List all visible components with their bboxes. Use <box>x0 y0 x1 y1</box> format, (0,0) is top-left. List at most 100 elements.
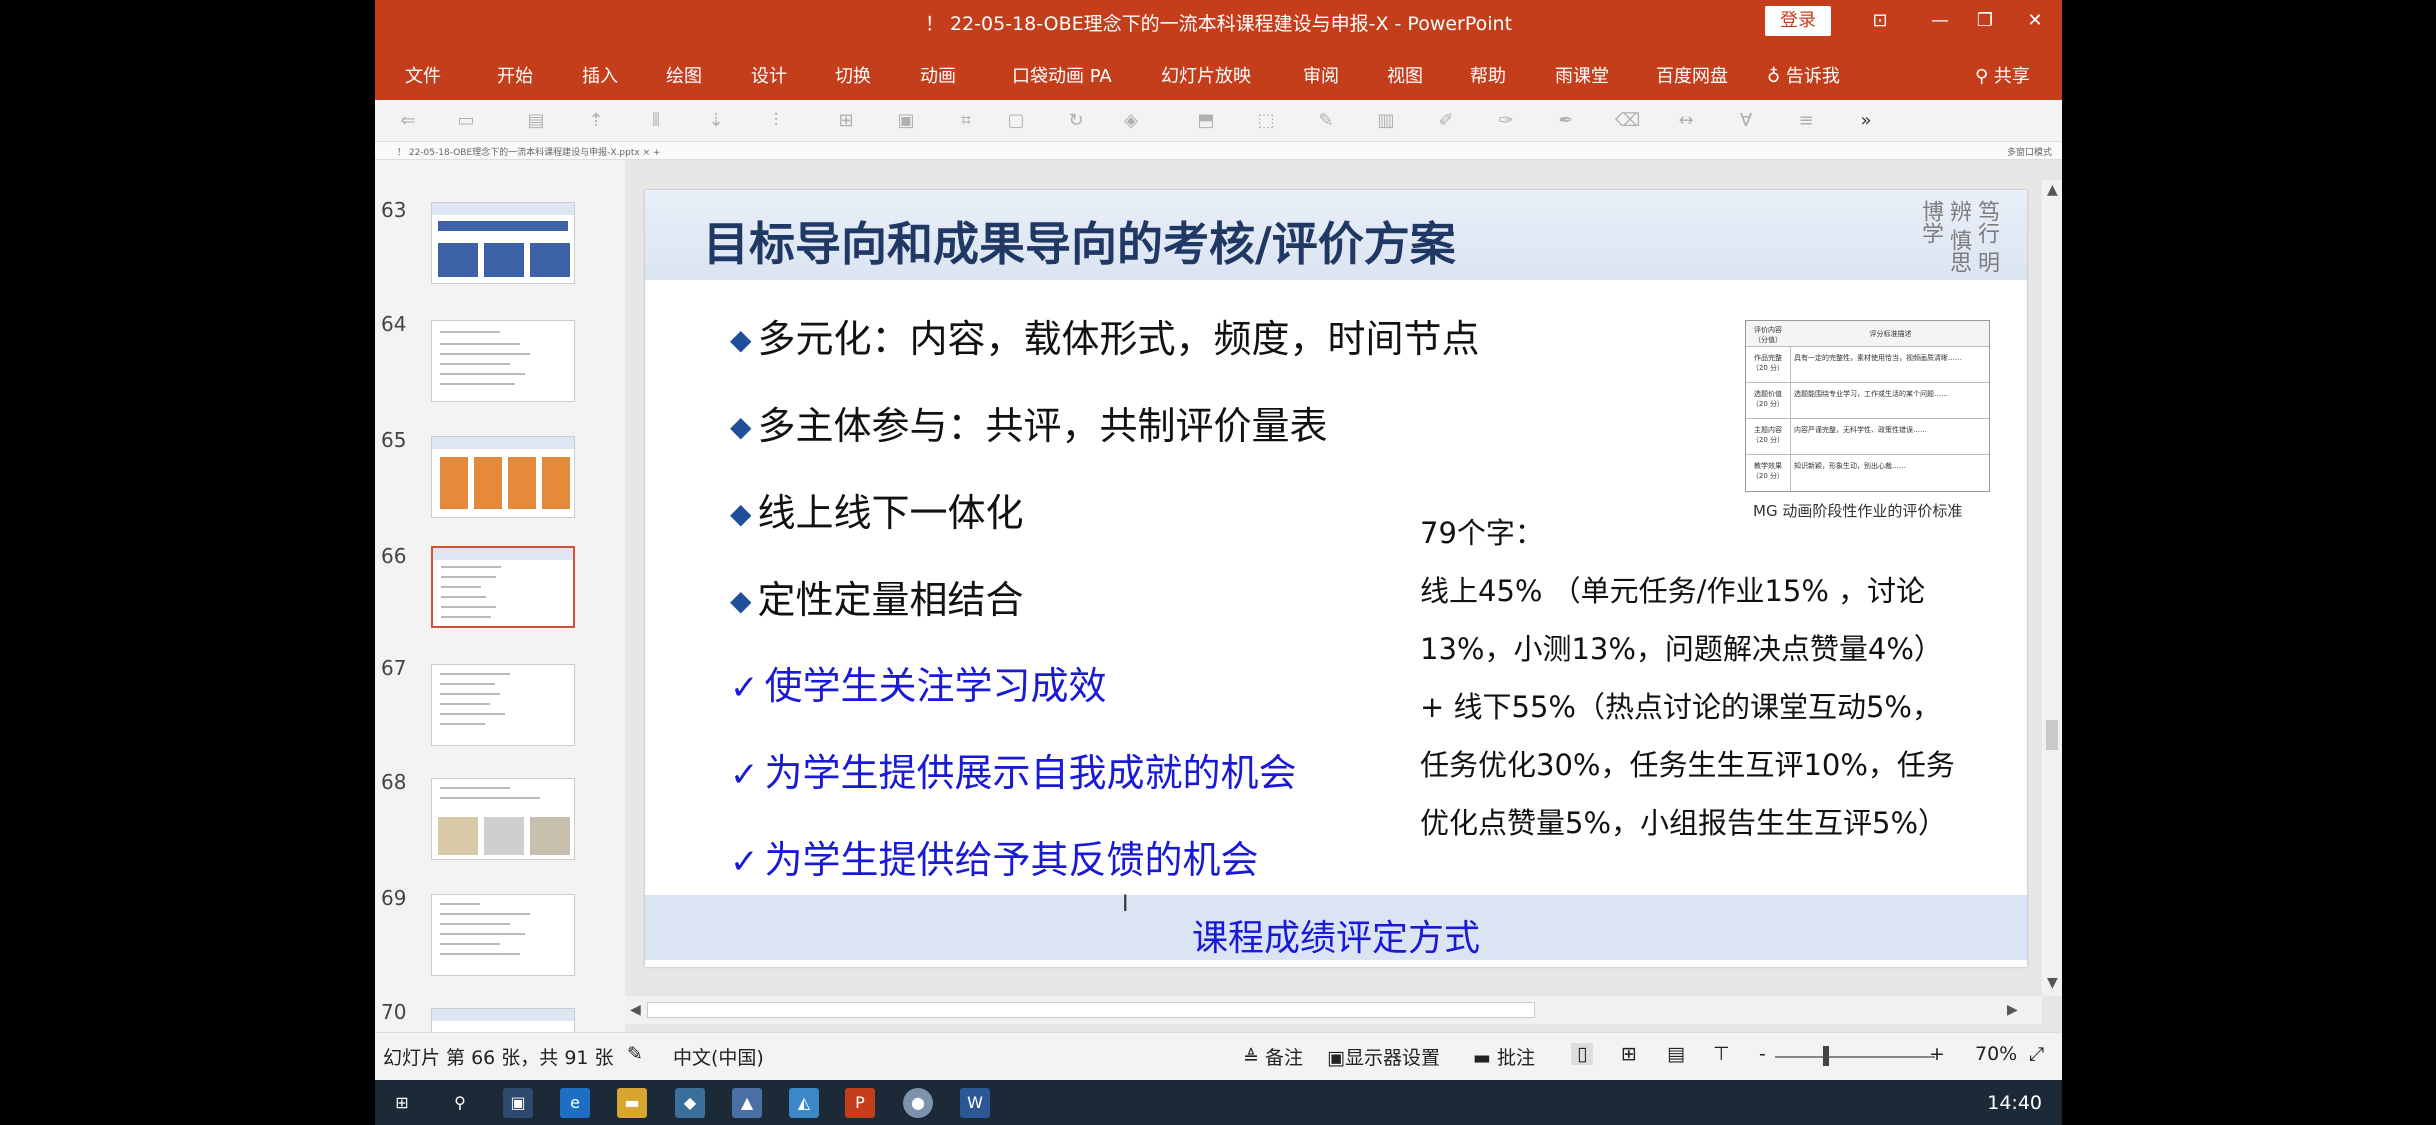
display-settings-button[interactable]: ▣显示器设置 <box>1327 1043 1440 1070</box>
paste-icon[interactable]: ⇐ <box>397 110 419 132</box>
comments-button[interactable]: ▬ 批注 <box>1473 1043 1535 1070</box>
normal-view-icon[interactable]: ▯ <box>1571 1043 1594 1065</box>
zoom-slider-handle[interactable] <box>1823 1046 1829 1066</box>
language-indicator[interactable]: 中文(中国) <box>673 1043 764 1070</box>
align-icon[interactable]: ⫴ <box>645 110 667 132</box>
check-item[interactable]: ✓ 为学生提供展示自我成就的机会 <box>730 742 1297 797</box>
spellcheck-icon[interactable]: ✎ <box>627 1043 643 1065</box>
edit-icon[interactable]: ✎ <box>1315 110 1337 132</box>
word-icon[interactable]: W <box>960 1088 990 1118</box>
multi-window-toggle[interactable]: 多窗口模式 <box>2007 145 2052 158</box>
new-slide-icon[interactable]: ▭ <box>455 110 477 132</box>
current-slide[interactable]: 目标导向和成果导向的考核/评价方案 笃行 明辨 慎思 博学 ◆ 多元化：内容，载体… <box>645 190 2027 967</box>
note-line[interactable]: 79个字： <box>1420 510 1544 552</box>
scroll-left-icon[interactable]: ◀ <box>630 1002 641 1018</box>
tab-home[interactable]: 开始 <box>497 62 533 88</box>
scroll-down-icon[interactable]: ▼ <box>2047 975 2058 991</box>
zoom-in-button[interactable]: + <box>1929 1043 1945 1065</box>
tab-file[interactable]: 文件 <box>405 62 441 88</box>
effects-icon[interactable]: ⬒ <box>1195 110 1217 132</box>
tab-rain-classroom[interactable]: 雨课堂 <box>1555 62 1609 88</box>
horizontal-scrollbar[interactable]: ◀ ▶ <box>625 996 2042 1024</box>
teams-icon[interactable]: ◭ <box>789 1088 819 1118</box>
distribute-icon[interactable]: ⫶ <box>765 110 787 132</box>
layout-icon[interactable]: ▤ <box>525 110 547 132</box>
slide-thumbnail-68[interactable] <box>431 778 575 860</box>
eyedropper-icon[interactable]: ✐ <box>1435 110 1457 132</box>
minimize-button[interactable]: — <box>1920 4 1960 38</box>
windows-start-icon[interactable]: ⊞ <box>387 1088 417 1118</box>
fill-icon[interactable]: ▥ <box>1375 110 1397 132</box>
note-line[interactable]: 优化点赞量5%，小组报告生生互评5%） <box>1420 800 1947 842</box>
slide-thumbnail-64[interactable] <box>431 320 575 402</box>
frame-icon[interactable]: ▢ <box>1005 110 1027 132</box>
move-down-icon[interactable]: ⇣ <box>705 110 727 132</box>
search-icon[interactable]: ⚲ <box>445 1088 475 1118</box>
bullet-item[interactable]: ◆ 多元化：内容，载体形式，频度，时间节点 <box>730 308 1480 363</box>
scroll-up-icon[interactable]: ▲ <box>2047 182 2058 198</box>
slide-thumbnail-66[interactable] <box>431 546 575 628</box>
font-icon[interactable]: Ɐ <box>1735 110 1757 132</box>
slide-thumbnail-65[interactable] <box>431 436 575 518</box>
slideshow-icon[interactable]: ⊤ <box>1713 1043 1730 1065</box>
note-line[interactable]: 线上45% （单元任务/作业15% ，讨论 <box>1420 568 1925 610</box>
check-item[interactable]: ✓ 为学生提供给予其反馈的机会 <box>730 829 1259 884</box>
fit-to-window-icon[interactable]: ⤢ <box>2029 1043 2044 1065</box>
tab-insert[interactable]: 插入 <box>582 62 618 88</box>
slide-thumbnail-67[interactable] <box>431 664 575 746</box>
bullet-item[interactable]: ◆ 定性定量相结合 <box>730 569 1024 624</box>
document-tab[interactable]: ！ 22-05-18-OBE理念下的一流本科课程建设与申报-X.pptx × + <box>397 145 661 158</box>
app-icon[interactable]: ◆ <box>675 1088 705 1118</box>
tab-animations[interactable]: 动画 <box>920 62 956 88</box>
zoom-level[interactable]: 70% <box>1975 1043 2017 1065</box>
tab-help[interactable]: 帮助 <box>1470 62 1506 88</box>
note-line[interactable]: 13%，小测13%，问题解决点赞量4%） <box>1420 626 1943 668</box>
tab-view[interactable]: 视图 <box>1387 62 1423 88</box>
slide-thumbnail-69[interactable] <box>431 894 575 976</box>
move-up-icon[interactable]: ⇡ <box>585 110 607 132</box>
rotate-icon[interactable]: ↻ <box>1065 110 1087 132</box>
eraser-icon[interactable]: ⌫ <box>1615 110 1640 132</box>
powerpoint-icon[interactable]: P <box>845 1088 875 1118</box>
tab-transitions[interactable]: 切换 <box>835 62 871 88</box>
zoom-slider[interactable] <box>1775 1056 1935 1058</box>
arrange-icon[interactable]: ⊞ <box>835 110 857 132</box>
vertical-scrollbar[interactable]: ▲ ▼ <box>2042 180 2062 996</box>
line-spacing-icon[interactable]: ≡ <box>1795 110 1817 132</box>
close-button[interactable]: ✕ <box>2015 4 2055 38</box>
check-item[interactable]: ✓ 使学生关注学习成效 <box>730 655 1107 710</box>
reading-view-icon[interactable]: ▤ <box>1667 1043 1685 1065</box>
char-spacing-icon[interactable]: ↔ <box>1675 110 1697 132</box>
group-icon[interactable]: ▣ <box>895 110 917 132</box>
taskbar-clock[interactable]: 14:40 <box>1987 1092 2042 1114</box>
zoom-out-button[interactable]: - <box>1759 1043 1766 1065</box>
slide-thumbnail-63[interactable] <box>431 202 575 284</box>
notes-button[interactable]: ≜ 备注 <box>1243 1043 1303 1070</box>
tab-tell-me[interactable]: ♁ 告诉我 <box>1767 62 1840 88</box>
tab-draw[interactable]: 绘图 <box>666 62 702 88</box>
bullet-item[interactable]: ◆ 线上线下一体化 <box>730 482 1024 537</box>
ribbon-display-options-icon[interactable]: ⊡ <box>1860 4 1900 38</box>
vertical-scroll-thumb[interactable] <box>2046 720 2058 750</box>
shape-icon[interactable]: ◈ <box>1120 110 1142 132</box>
task-view-icon[interactable]: ▣ <box>503 1088 533 1118</box>
tab-pocket-animation[interactable]: 口袋动画 PA <box>1012 62 1112 88</box>
tab-baidu-netdisk[interactable]: 百度网盘 <box>1656 62 1728 88</box>
rubric-table[interactable]: 评价内容（分值） 评分标准描述 作品完整（20 分） 具有一定的完整性，素材使用… <box>1745 320 1990 492</box>
browser-icon[interactable]: ● <box>903 1088 933 1118</box>
pen-icon[interactable]: ✑ <box>1495 110 1517 132</box>
login-button[interactable]: 登录 <box>1765 6 1831 36</box>
note-line[interactable]: + 线下55%（热点讨论的课堂互动5%， <box>1420 684 1941 726</box>
crop-icon[interactable]: ⌗ <box>955 110 977 132</box>
bullet-item[interactable]: ◆ 多主体参与：共评，共制评价量表 <box>730 395 1328 450</box>
highlighter-icon[interactable]: ✒ <box>1555 110 1577 132</box>
note-line[interactable]: 任务优化30%，任务生生互评10%，任务 <box>1420 742 1955 784</box>
remote-app-icon[interactable]: ▲ <box>732 1088 762 1118</box>
slide-footer-text[interactable]: 课程成绩评定方式 <box>645 909 2027 961</box>
scroll-right-icon[interactable]: ▶ <box>2007 1002 2018 1018</box>
more-icon[interactable]: » <box>1855 110 1877 132</box>
slide-title[interactable]: 目标导向和成果导向的考核/评价方案 <box>703 208 1456 274</box>
tab-slideshow[interactable]: 幻灯片放映 <box>1161 62 1251 88</box>
file-explorer-icon[interactable]: ▬ <box>617 1088 647 1118</box>
share-button[interactable]: ⚲ 共享 <box>1975 62 2030 88</box>
